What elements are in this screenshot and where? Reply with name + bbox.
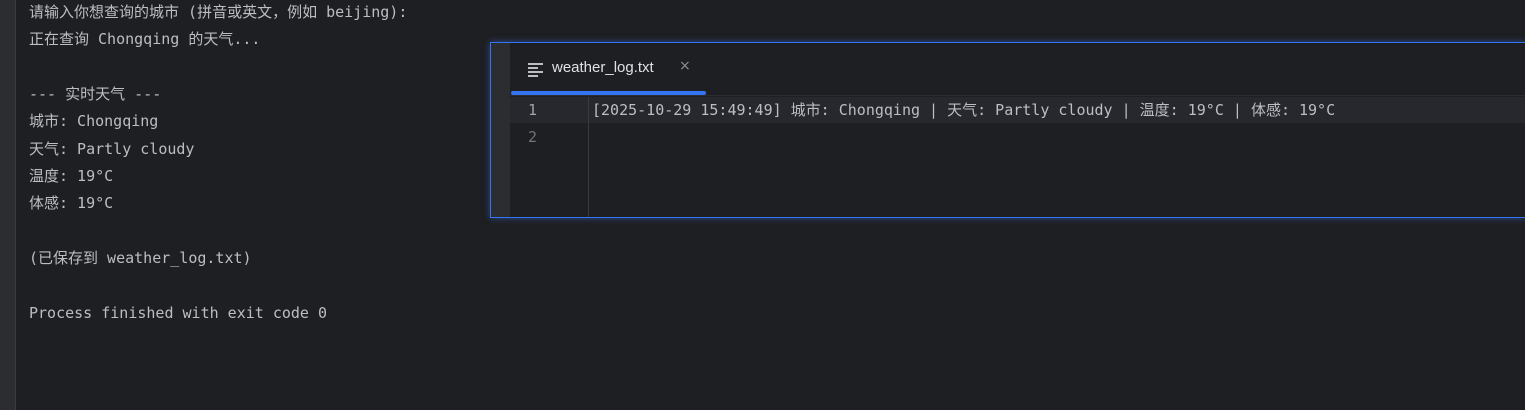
left-tool-strip: [0, 0, 16, 410]
console-line: 城市: Chongqing: [29, 112, 159, 130]
gutter-separator: [588, 97, 589, 217]
console-line: 体感: 19°C: [29, 194, 114, 212]
console-line: 正在查询 Chongqing 的天气...: [29, 30, 261, 48]
tab-bar-divider: [510, 95, 1525, 96]
popup-side-band: [491, 43, 510, 217]
close-icon[interactable]: ×: [679, 58, 691, 74]
console-line: (已保存到 weather_log.txt): [29, 249, 252, 267]
console-line: 温度: 19°C: [29, 167, 114, 185]
line-number: 1: [528, 101, 538, 119]
console-line: 天气: Partly cloudy: [29, 140, 195, 158]
console-line: --- 实时天气 ---: [29, 85, 162, 103]
console-line: 请输入你想查询的城市 (拼音或英文，例如 beijing):: [29, 3, 408, 21]
tab-label: weather_log.txt: [552, 59, 654, 76]
line-number: 2: [528, 128, 538, 146]
text-file-icon: [528, 62, 544, 77]
tab-weather-log[interactable]: weather_log.txt ×: [511, 43, 706, 95]
code-line[interactable]: [2025-10-29 15:49:49] 城市: Chongqing | 天气…: [592, 97, 1335, 124]
line-number-gutter: 1 2: [510, 97, 588, 217]
file-preview-popup[interactable]: weather_log.txt × 1 2 [2025-10-29 15:49:…: [490, 42, 1525, 218]
console-line: Process finished with exit code 0: [29, 304, 328, 322]
run-console-output[interactable]: 请输入你想查询的城市 (拼音或英文，例如 beijing): 正在查询 Chon…: [29, 0, 489, 410]
